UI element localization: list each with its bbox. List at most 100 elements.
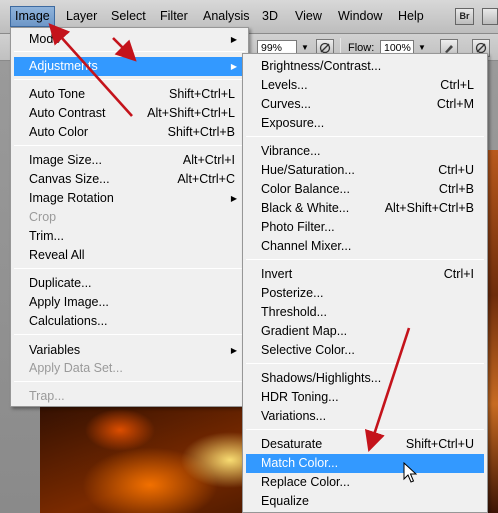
menu-item-label: Curves... — [261, 97, 312, 111]
menu-item-label: Auto Tone — [29, 87, 86, 101]
menu-item-label: Vibrance... — [261, 144, 321, 158]
menu-item-label: Brightness/Contrast... — [261, 59, 382, 73]
menu-item-black-white[interactable]: Black & White... Alt+Shift+Ctrl+B — [246, 199, 484, 218]
menu-item-label: Image Rotation — [29, 191, 114, 205]
menu-image[interactable]: Image — [10, 6, 55, 27]
menu-item-apply-data-set: Apply Data Set... — [14, 359, 245, 378]
menu-item-label: Canvas Size... — [29, 172, 110, 186]
menu-item-apply-image[interactable]: Apply Image... — [14, 293, 245, 312]
menu-item-label: Auto Contrast — [29, 106, 106, 120]
menu-item-label: Levels... — [261, 78, 308, 92]
menu-item-label: Desaturate — [261, 437, 323, 451]
menu-item-shortcut: Ctrl+B — [438, 182, 474, 196]
menu-item-label: Hue/Saturation... — [261, 163, 355, 177]
menu-item-mode[interactable]: Mode ▶ — [14, 30, 245, 49]
menu-item-label: Crop — [29, 210, 57, 224]
menu-item-posterize[interactable]: Posterize... — [246, 284, 484, 303]
menu-item-crop: Crop — [14, 208, 245, 227]
menu-item-image-size[interactable]: Image Size... Alt+Ctrl+I — [14, 151, 245, 170]
menu-separator — [14, 145, 245, 146]
menu-item-threshold[interactable]: Threshold... — [246, 303, 484, 322]
menu-select[interactable]: Select — [107, 6, 150, 27]
menu-filter[interactable]: Filter — [156, 6, 192, 27]
minibridge-button[interactable] — [482, 8, 498, 25]
menu-item-match-color[interactable]: Match Color... — [246, 454, 484, 473]
menu-3d[interactable]: 3D — [258, 6, 282, 27]
menu-item-label: Selective Color... — [261, 343, 355, 357]
menu-item-label: Auto Color — [29, 125, 89, 139]
menu-item-variations[interactable]: Variations... — [246, 407, 484, 426]
menu-item-label: Image Size... — [29, 153, 102, 167]
menu-item-channel-mixer[interactable]: Channel Mixer... — [246, 237, 484, 256]
menu-item-brightness-contrast[interactable]: Brightness/Contrast... — [246, 57, 484, 76]
menu-item-hue-saturation[interactable]: Hue/Saturation... Ctrl+U — [246, 161, 484, 180]
menu-item-photo-filter[interactable]: Photo Filter... — [246, 218, 484, 237]
menu-item-duplicate[interactable]: Duplicate... — [14, 274, 245, 293]
menu-item-label: Posterize... — [261, 286, 324, 300]
menu-separator — [246, 429, 484, 430]
menu-item-label: Apply Image... — [29, 295, 109, 309]
menu-help[interactable]: Help — [394, 6, 428, 27]
menu-item-label: Variables — [29, 343, 81, 357]
menu-item-calculations[interactable]: Calculations... — [14, 312, 245, 331]
adjustments-submenu: Brightness/Contrast... Levels... Ctrl+L … — [242, 53, 488, 513]
menu-item-shortcut: Alt+Ctrl+C — [177, 172, 235, 186]
menu-item-shortcut: Ctrl+U — [438, 163, 474, 177]
menu-item-canvas-size[interactable]: Canvas Size... Alt+Ctrl+C — [14, 170, 245, 189]
menu-item-auto-contrast[interactable]: Auto Contrast Alt+Shift+Ctrl+L — [14, 104, 245, 123]
menu-item-shortcut: Shift+Ctrl+L — [168, 87, 235, 101]
menu-item-replace-color[interactable]: Replace Color... — [246, 473, 484, 492]
menu-analysis[interactable]: Analysis — [199, 6, 254, 27]
menu-item-label: Calculations... — [29, 314, 108, 328]
menu-item-label: Gradient Map... — [261, 324, 348, 338]
menu-item-label: Trap... — [29, 389, 65, 403]
menu-item-label: Match Color... — [261, 456, 339, 470]
menu-separator — [246, 259, 484, 260]
menu-item-adjustments[interactable]: Adjustments ▶ — [14, 57, 245, 76]
menu-item-label: Trim... — [29, 229, 64, 243]
menu-item-trim[interactable]: Trim... — [14, 227, 245, 246]
menu-item-variables[interactable]: Variables ▶ — [14, 341, 245, 360]
menu-item-label: Apply Data Set... — [29, 361, 123, 375]
submenu-arrow-icon: ▶ — [230, 62, 237, 71]
menu-item-desaturate[interactable]: Desaturate Shift+Ctrl+U — [246, 435, 484, 454]
menu-layer[interactable]: Layer — [62, 6, 101, 27]
menu-item-curves[interactable]: Curves... Ctrl+M — [246, 95, 484, 114]
menu-item-label: Threshold... — [261, 305, 328, 319]
menu-item-vibrance[interactable]: Vibrance... — [246, 142, 484, 161]
menu-item-shortcut: Alt+Shift+Ctrl+B — [384, 201, 474, 215]
submenu-arrow-icon: ▶ — [230, 194, 237, 203]
menu-item-label: Shadows/Highlights... — [261, 371, 382, 385]
menu-item-shortcut: Alt+Shift+Ctrl+L — [147, 106, 235, 120]
menu-item-shadows-highlights[interactable]: Shadows/Highlights... — [246, 369, 484, 388]
submenu-arrow-icon: ▶ — [230, 35, 237, 44]
bridge-button[interactable]: Br — [455, 8, 474, 25]
menu-item-shortcut: Ctrl+M — [436, 97, 474, 111]
menu-item-color-balance[interactable]: Color Balance... Ctrl+B — [246, 180, 484, 199]
menu-separator — [14, 334, 245, 335]
menu-item-gradient-map[interactable]: Gradient Map... — [246, 322, 484, 341]
menu-view[interactable]: View — [291, 6, 326, 27]
menu-item-label: Channel Mixer... — [261, 239, 352, 253]
menu-item-label: Duplicate... — [29, 276, 92, 290]
submenu-arrow-icon: ▶ — [230, 346, 237, 355]
menu-item-invert[interactable]: Invert Ctrl+I — [246, 265, 484, 284]
menu-item-selective-color[interactable]: Selective Color... — [246, 341, 484, 360]
menu-item-label: Mode — [29, 32, 61, 46]
menu-item-reveal-all[interactable]: Reveal All — [14, 246, 245, 265]
menu-item-auto-tone[interactable]: Auto Tone Shift+Ctrl+L — [14, 85, 245, 104]
menu-item-hdr-toning[interactable]: HDR Toning... — [246, 388, 484, 407]
mouse-cursor-icon — [403, 462, 417, 483]
menu-item-image-rotation[interactable]: Image Rotation ▶ — [14, 189, 245, 208]
menu-item-equalize[interactable]: Equalize — [246, 492, 484, 511]
menu-item-label: Equalize — [261, 494, 309, 508]
menu-separator — [14, 51, 245, 52]
menu-item-label: Invert — [261, 267, 293, 281]
menu-item-exposure[interactable]: Exposure... — [246, 114, 484, 133]
menu-item-shortcut: Ctrl+I — [443, 267, 474, 281]
menu-item-label: Variations... — [261, 409, 327, 423]
menu-window[interactable]: Window — [334, 6, 386, 27]
menu-item-label: Replace Color... — [261, 475, 350, 489]
menu-item-auto-color[interactable]: Auto Color Shift+Ctrl+B — [14, 123, 245, 142]
menu-item-levels[interactable]: Levels... Ctrl+L — [246, 76, 484, 95]
